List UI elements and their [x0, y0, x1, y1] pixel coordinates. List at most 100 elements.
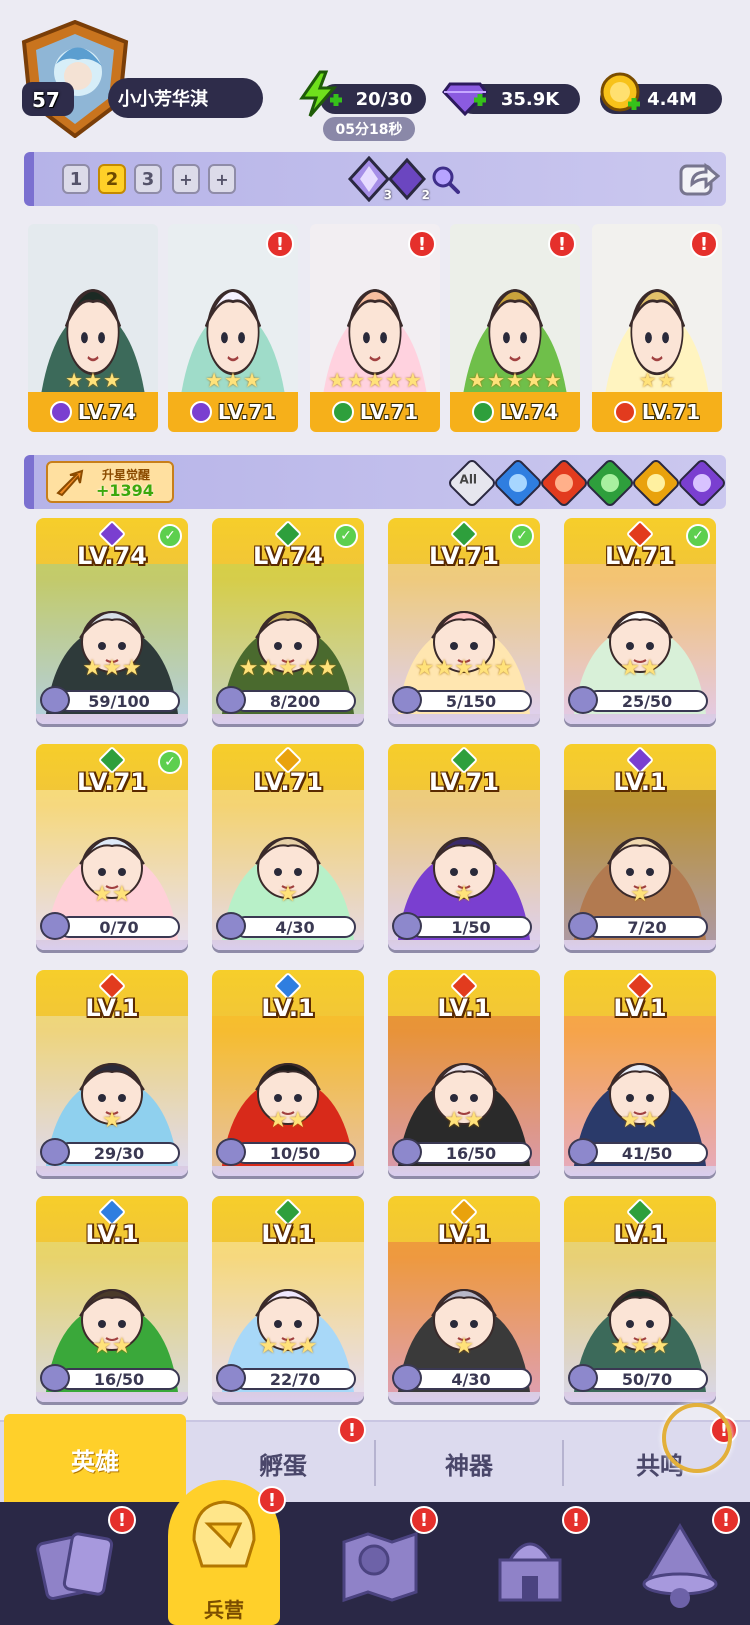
- hero-star-rating: ★: [388, 1334, 540, 1359]
- featured-hero-level: LV.71: [641, 400, 701, 424]
- star-awaken-button[interactable]: 升星觉醒 +1394: [46, 461, 174, 503]
- hero-card[interactable]: LV.71 ✓ ★ ★ ★ ★ ★ 5/150: [388, 518, 540, 724]
- nav-barracks-label: 兵营: [204, 1598, 244, 1622]
- hero-level: LV.1: [261, 1220, 315, 1248]
- hero-level: LV.1: [437, 1220, 491, 1248]
- hero-shard-progress: 4/30: [234, 916, 356, 938]
- filter-all-button[interactable]: All: [446, 457, 498, 509]
- hero-star-rating: ★ ★ ★: [28, 368, 158, 392]
- hero-card[interactable]: LV.74 ✓ ★ ★ ★ 59/100: [36, 518, 188, 724]
- hero-level: LV.1: [261, 994, 315, 1022]
- hero-card[interactable]: LV.1 ★ 4/30: [388, 1196, 540, 1402]
- hero-star-rating: ★ ★: [564, 1108, 716, 1133]
- team-tab-2[interactable]: 2: [98, 164, 126, 194]
- star-icon: ★: [640, 656, 660, 681]
- hero-star-rating: ★ ★ ★ ★ ★: [388, 656, 540, 681]
- soul-shard-icon: [40, 686, 70, 714]
- team-selector-bar: 1 2 3 + + 3 2: [24, 152, 726, 206]
- filter-dark-button[interactable]: [676, 457, 728, 509]
- star-icon: ★: [468, 368, 487, 392]
- star-icon: ★: [82, 656, 103, 681]
- share-icon[interactable]: [678, 158, 720, 198]
- hero-card[interactable]: LV.1 ★ ★ ★ 22/70: [212, 1196, 364, 1402]
- hero-star-rating: ★ ★ ★ ★ ★: [310, 368, 440, 392]
- star-icon: ★: [65, 368, 84, 392]
- hero-star-rating: ★: [388, 882, 540, 907]
- gold-coin-icon[interactable]: [598, 70, 648, 118]
- star-icon: ★: [347, 368, 366, 392]
- star-icon: ★: [620, 656, 640, 681]
- hero-star-rating: ★ ★ ★ ★ ★: [212, 656, 364, 681]
- tab-hatch-label: 孵蛋: [259, 1451, 307, 1480]
- hero-card[interactable]: LV.1 ★ 7/20: [564, 744, 716, 950]
- star-icon: ★: [112, 882, 132, 907]
- featured-hero-level: LV.71: [217, 400, 277, 424]
- star-icon: ★: [384, 368, 403, 392]
- star-icon: ★: [121, 656, 142, 681]
- filter-wind-button[interactable]: [584, 457, 636, 509]
- hero-star-rating: ★ ★: [212, 1108, 364, 1133]
- nav-castle[interactable]: [480, 1520, 580, 1610]
- hero-card[interactable]: LV.1 ★ ★ 10/50: [212, 970, 364, 1176]
- hero-card[interactable]: LV.71 ✓ ★ ★ 0/70: [36, 744, 188, 950]
- team-add-button-1[interactable]: +: [172, 164, 200, 194]
- bottom-nav: ! 兵营 ! ! ! !: [0, 1480, 750, 1625]
- nav-cards[interactable]: [28, 1520, 128, 1610]
- filter-water-button[interactable]: [492, 457, 544, 509]
- player-avatar-badge[interactable]: 57: [20, 20, 130, 138]
- hero-shard-progress: 10/50: [234, 1142, 356, 1164]
- team-add-button-2[interactable]: +: [208, 164, 236, 194]
- energy-bolt-icon[interactable]: [296, 70, 346, 118]
- wind-element-icon: [471, 401, 494, 423]
- top-status-bar: 57 小小芳华淇 20/30 05分18秒 35.9K 4.4M: [0, 0, 750, 145]
- star-icon: ★: [92, 882, 112, 907]
- nav-wizard[interactable]: [630, 1520, 730, 1610]
- hero-card[interactable]: LV.71 ✓ ★ ★ 25/50: [564, 518, 716, 724]
- check-icon: ✓: [686, 524, 710, 548]
- dark-crystal-counter[interactable]: 2: [384, 156, 430, 202]
- featured-hero-level-bar: LV.74: [28, 392, 158, 432]
- featured-hero-level: LV.74: [499, 400, 559, 424]
- sub-tab-bar: 英雄 孵蛋 ! 神器 共鸣 !: [0, 1414, 750, 1504]
- star-icon: ★: [640, 1108, 660, 1133]
- floating-sparkle-ring-button[interactable]: [662, 1403, 732, 1473]
- hero-level: LV.1: [85, 1220, 139, 1248]
- team-tab-1[interactable]: 1: [62, 164, 90, 194]
- filter-light-button[interactable]: [630, 457, 682, 509]
- team-tab-3[interactable]: 3: [134, 164, 162, 194]
- star-icon: ★: [297, 656, 318, 681]
- hero-alert-icon: !: [690, 230, 718, 258]
- hero-star-rating: ★: [564, 882, 716, 907]
- nav-cards-alert-icon: !: [108, 1506, 136, 1534]
- hero-card[interactable]: LV.74 ✓ ★ ★ ★ ★ ★ 8/200: [212, 518, 364, 724]
- gem-icon[interactable]: [440, 70, 490, 118]
- hero-card[interactable]: LV.1 ★ 29/30: [36, 970, 188, 1176]
- star-icon: ★: [278, 656, 298, 681]
- hero-star-rating: ★ ★: [36, 882, 188, 907]
- star-icon: ★: [366, 368, 384, 392]
- check-icon: ✓: [158, 524, 182, 548]
- hero-level: LV.71: [253, 768, 323, 796]
- featured-hero-level-bar: LV.71: [592, 392, 722, 432]
- hero-card[interactable]: LV.1 ★ ★ 16/50: [36, 1196, 188, 1402]
- featured-hero-slot[interactable]: ★ ★ ★ LV.74: [28, 224, 158, 432]
- hero-shard-progress: 0/70: [58, 916, 180, 938]
- hero-card[interactable]: LV.71 ★ 1/50: [388, 744, 540, 950]
- nav-map[interactable]: [330, 1520, 430, 1610]
- hero-card[interactable]: LV.1 ★ ★ ★ 50/70: [564, 1196, 716, 1402]
- soul-shard-icon: [568, 912, 598, 940]
- filter-fire-button[interactable]: [538, 457, 590, 509]
- hero-shard-progress: 16/50: [410, 1142, 532, 1164]
- featured-hero-level-bar: LV.74: [450, 392, 580, 432]
- hero-card[interactable]: LV.1 ★ ★ 41/50: [564, 970, 716, 1176]
- search-icon[interactable]: [430, 164, 462, 196]
- tab-artifacts[interactable]: 神器: [376, 1422, 562, 1504]
- hero-card[interactable]: LV.71 ★ 4/30: [212, 744, 364, 950]
- tab-heroes[interactable]: 英雄: [4, 1414, 186, 1504]
- star-icon: ★: [92, 1334, 112, 1359]
- hero-card[interactable]: LV.1 ★ ★ 16/50: [388, 970, 540, 1176]
- star-icon: ★: [238, 656, 259, 681]
- hero-shard-progress: 16/50: [58, 1368, 180, 1390]
- player-name[interactable]: 小小芳华淇: [108, 78, 263, 118]
- barracks-icon: [192, 1500, 256, 1568]
